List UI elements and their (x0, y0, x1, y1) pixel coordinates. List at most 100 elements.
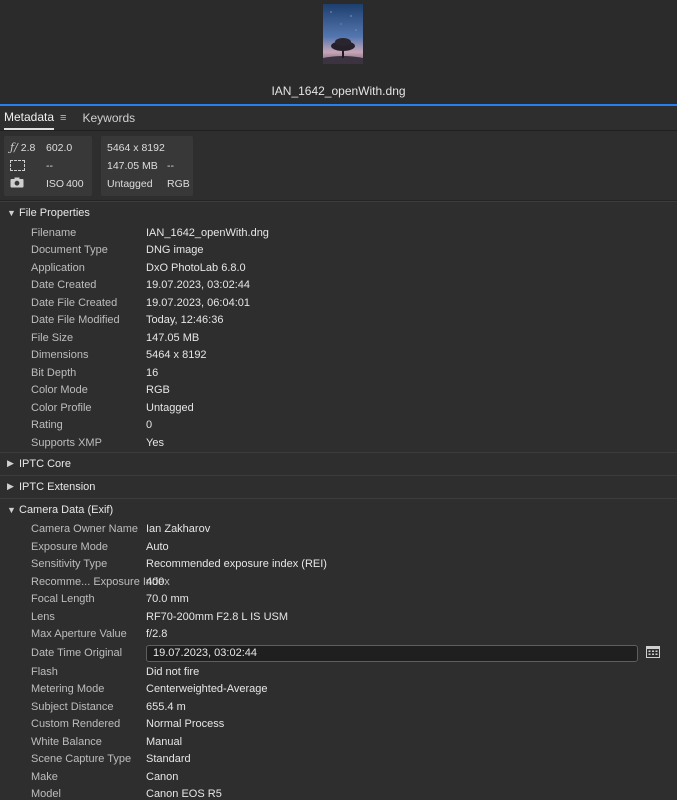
field-value[interactable]: Yes (146, 437, 164, 449)
field-value[interactable]: Recommended exposure index (REI) (146, 558, 327, 570)
aperture-value: 2.8 (20, 141, 36, 154)
field-value[interactable]: DxO PhotoLab 6.8.0 (146, 262, 246, 274)
field-value[interactable]: Canon EOS R5 (146, 788, 222, 800)
field-label: Exposure Mode (31, 540, 109, 553)
metadata-row: Camera Owner Name Ian Zakharov (0, 521, 677, 539)
camera-summary-card: ƒ/ 2.8 602.0 -- ISO 400 (4, 136, 92, 196)
metadata-row: Model Canon EOS R5 (0, 786, 677, 800)
preview-area: IAN_1642_openWith.dng (0, 0, 677, 106)
field-label: Rating (31, 419, 63, 432)
tab-metadata[interactable]: Metadata (4, 106, 55, 130)
field-label: Color Profile (31, 401, 92, 414)
field-label: Bit Depth (31, 366, 77, 379)
focus-frame-icon (10, 160, 25, 172)
field-value[interactable]: 655.4 m (146, 701, 186, 713)
tab-metadata-label: Metadata (4, 110, 55, 124)
section-iptc-core[interactable]: ▶ IPTC Core (0, 451, 677, 475)
field-value[interactable]: Ian Zakharov (146, 523, 210, 535)
metadata-row: Custom Rendered Normal Process (0, 716, 677, 734)
size-value: 147.05 MB (107, 159, 158, 172)
profile-value: Untagged (107, 178, 153, 191)
camera-data-rows: Flash Did not fire Metering Mode Centerweig… (0, 663, 677, 800)
metadata-row: Recomme... Exposure Index 400 (0, 573, 677, 591)
metadata-row: Color Mode RGB (0, 382, 677, 400)
section-iptc-extension[interactable]: ▶ IPTC Extension (0, 474, 677, 498)
section-title: File Properties (19, 207, 90, 219)
field-value[interactable]: 400 (146, 576, 164, 588)
field-value[interactable]: IAN_1642_openWith.dng (146, 227, 269, 239)
field-value[interactable]: 19.07.2023, 03:02:44 (146, 279, 250, 291)
metadata-row: Subject Distance 655.4 m (0, 698, 677, 716)
calendar-icon[interactable] (646, 645, 660, 661)
field-label: Color Mode (31, 384, 88, 397)
file-properties-rows: Filename IAN_1642_openWith.dng Document Ty… (0, 224, 677, 452)
metadata-row: Flash Did not fire (0, 663, 677, 681)
field-label: Document Type (31, 244, 108, 257)
field-label: Recomme... Exposure Index (31, 575, 170, 588)
field-value[interactable]: Auto (146, 541, 169, 553)
chevron-right-icon: ▶ (7, 458, 14, 468)
field-value[interactable]: Centerweighted-Average (146, 683, 267, 695)
metadata-row: Date Time Original 19.07.2023, 03:02:44 (0, 643, 677, 663)
field-value[interactable]: 0 (146, 419, 152, 431)
field-value[interactable]: Today, 12:46:36 (146, 314, 223, 326)
image-thumbnail[interactable] (323, 4, 363, 64)
iso-label: ISO (46, 178, 65, 191)
metadata-row: Application DxO PhotoLab 6.8.0 (0, 259, 677, 277)
summary-cards: ƒ/ 2.8 602.0 -- ISO 400 5464 x 8192 147.… (0, 131, 677, 201)
field-label: Scene Capture Type (31, 753, 132, 766)
metadata-row: Bit Depth 16 (0, 364, 677, 382)
field-value[interactable]: f/2.8 (146, 628, 167, 640)
field-label: Lens (31, 610, 55, 623)
preview-filename: IAN_1642_openWith.dng (271, 84, 406, 98)
metadata-row: Rating 0 (0, 417, 677, 435)
field-label: Custom Rendered (31, 718, 121, 731)
section-title: IPTC Core (19, 457, 71, 470)
section-file-properties[interactable]: ▼ File Properties (0, 201, 677, 224)
tab-keywords[interactable]: Keywords (82, 106, 135, 130)
metadata-row: Sensitivity Type Recommended exposure ind… (0, 556, 677, 574)
metadata-row: Scene Capture Type Standard (0, 751, 677, 769)
metadata-row: File Size 147.05 MB (0, 329, 677, 347)
metadata-row: Supports XMP Yes (0, 434, 677, 452)
field-value[interactable]: 5464 x 8192 (146, 349, 207, 361)
field-value[interactable]: Normal Process (146, 718, 224, 730)
field-label: Date Time Original (31, 647, 123, 659)
focus-value: -- (46, 159, 53, 172)
field-value[interactable]: 70.0 mm (146, 593, 189, 605)
section-title: Camera Data (Exif) (19, 503, 114, 516)
metadata-row: Date Created 19.07.2023, 03:02:44 (0, 277, 677, 295)
field-value[interactable]: 19.07.2023, 06:04:01 (146, 297, 250, 309)
section-camera-data[interactable]: ▼ Camera Data (Exif) (0, 497, 677, 521)
tab-keywords-label: Keywords (82, 111, 136, 125)
metadata-row: Make Canon (0, 768, 677, 786)
metadata-row: Dimensions 5464 x 8192 (0, 347, 677, 365)
field-label: Date File Created (31, 296, 118, 309)
field-label: Focal Length (31, 593, 95, 606)
field-label: Supports XMP (31, 436, 102, 449)
metadata-row: Focal Length 70.0 mm (0, 591, 677, 609)
field-value[interactable]: Canon (146, 771, 178, 783)
field-value[interactable]: DNG image (146, 244, 203, 256)
tab-menu-icon[interactable]: ≡ (60, 106, 66, 130)
field-value[interactable]: 16 (146, 367, 158, 379)
field-label: Application (31, 261, 85, 274)
date-time-original-input[interactable]: 19.07.2023, 03:02:44 (146, 644, 638, 662)
field-value[interactable]: RGB (146, 384, 170, 396)
field-value[interactable]: Manual (146, 736, 182, 748)
metadata-row: Max Aperture Value f/2.8 (0, 626, 677, 644)
chevron-down-icon: ▼ (7, 504, 16, 515)
iso-value: 400 (66, 178, 84, 191)
field-value[interactable]: 147.05 MB (146, 332, 199, 344)
chevron-right-icon: ▶ (7, 481, 14, 491)
metadata-row: Metering Mode Centerweighted-Average (0, 681, 677, 699)
field-value[interactable]: Untagged (146, 402, 194, 414)
date-time-original-value: 19.07.2023, 03:02:44 (153, 647, 257, 659)
field-label: Metering Mode (31, 683, 105, 696)
field-value[interactable]: RF70-200mm F2.8 L IS USM (146, 611, 288, 623)
field-value[interactable]: Standard (146, 753, 191, 765)
field-label: Sensitivity Type (31, 558, 108, 571)
field-value[interactable]: Did not fire (146, 666, 199, 678)
aperture-icon: ƒ/ (10, 141, 18, 154)
field-label: Filename (31, 226, 77, 239)
